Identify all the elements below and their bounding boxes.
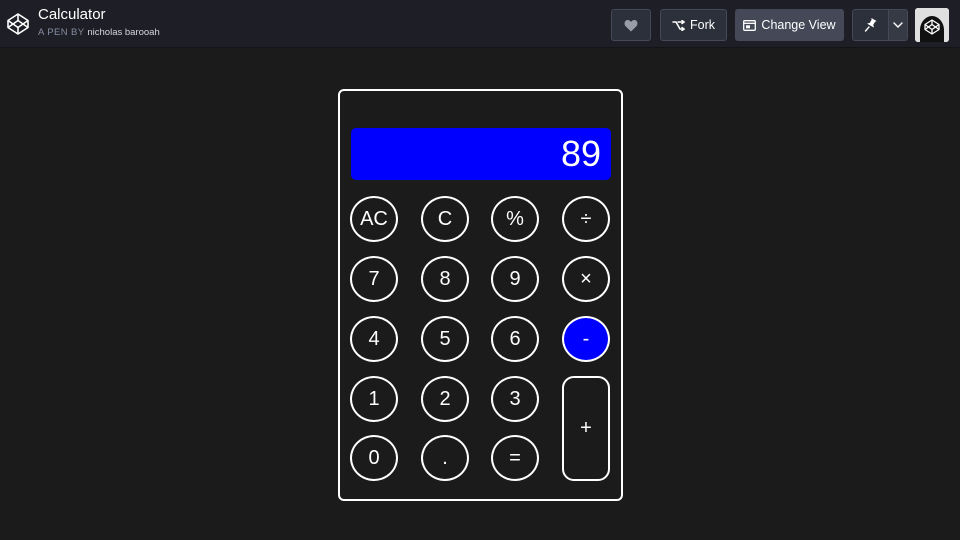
codepen-header: Calculator A PEN BY nicholas barooah For…	[0, 0, 960, 48]
key-7[interactable]: 7	[350, 256, 398, 302]
pin-icon	[864, 18, 877, 32]
key-decimal[interactable]: .	[421, 435, 469, 481]
fork-icon	[672, 19, 685, 31]
fork-button[interactable]: Fork	[660, 9, 727, 41]
key-5[interactable]: 5	[421, 316, 469, 362]
key-3[interactable]: 3	[491, 376, 539, 422]
fork-label: Fork	[690, 18, 715, 32]
chevron-down-icon	[893, 22, 903, 28]
key-clear[interactable]: C	[421, 196, 469, 242]
key-4[interactable]: 4	[350, 316, 398, 362]
key-all-clear[interactable]: AC	[350, 196, 398, 242]
pen-byline: A PEN BY nicholas barooah	[38, 27, 160, 39]
key-2[interactable]: 2	[421, 376, 469, 422]
like-button[interactable]	[611, 9, 651, 41]
key-0[interactable]: 0	[350, 435, 398, 481]
key-minus[interactable]: -	[562, 316, 610, 362]
key-1[interactable]: 1	[350, 376, 398, 422]
calculator: 89 AC C % ÷ 7 8 9 × 4 5 6 - 1 2 3 + 0 . …	[338, 89, 623, 501]
key-equals[interactable]: =	[491, 435, 539, 481]
key-percent[interactable]: %	[491, 196, 539, 242]
pen-title[interactable]: Calculator	[38, 6, 160, 24]
codepen-logo-icon[interactable]	[6, 12, 30, 36]
pin-options-dropdown[interactable]	[887, 10, 907, 40]
heart-icon	[624, 19, 638, 32]
byline-prefix: A PEN BY	[38, 27, 85, 38]
key-plus[interactable]: +	[562, 376, 610, 481]
author-link[interactable]: nicholas barooah	[87, 27, 159, 38]
layout-icon	[743, 19, 757, 31]
pin-button[interactable]	[853, 10, 888, 40]
change-view-button[interactable]: Change View	[735, 9, 844, 41]
user-avatar[interactable]	[915, 8, 949, 42]
key-8[interactable]: 8	[421, 256, 469, 302]
calculator-display: 89	[351, 128, 611, 180]
key-9[interactable]: 9	[491, 256, 539, 302]
key-6[interactable]: 6	[491, 316, 539, 362]
pen-title-block: Calculator A PEN BY nicholas barooah	[38, 6, 160, 39]
key-divide[interactable]: ÷	[562, 196, 610, 242]
pin-button-group	[852, 9, 908, 41]
change-view-label: Change View	[761, 18, 836, 32]
key-multiply[interactable]: ×	[562, 256, 610, 302]
